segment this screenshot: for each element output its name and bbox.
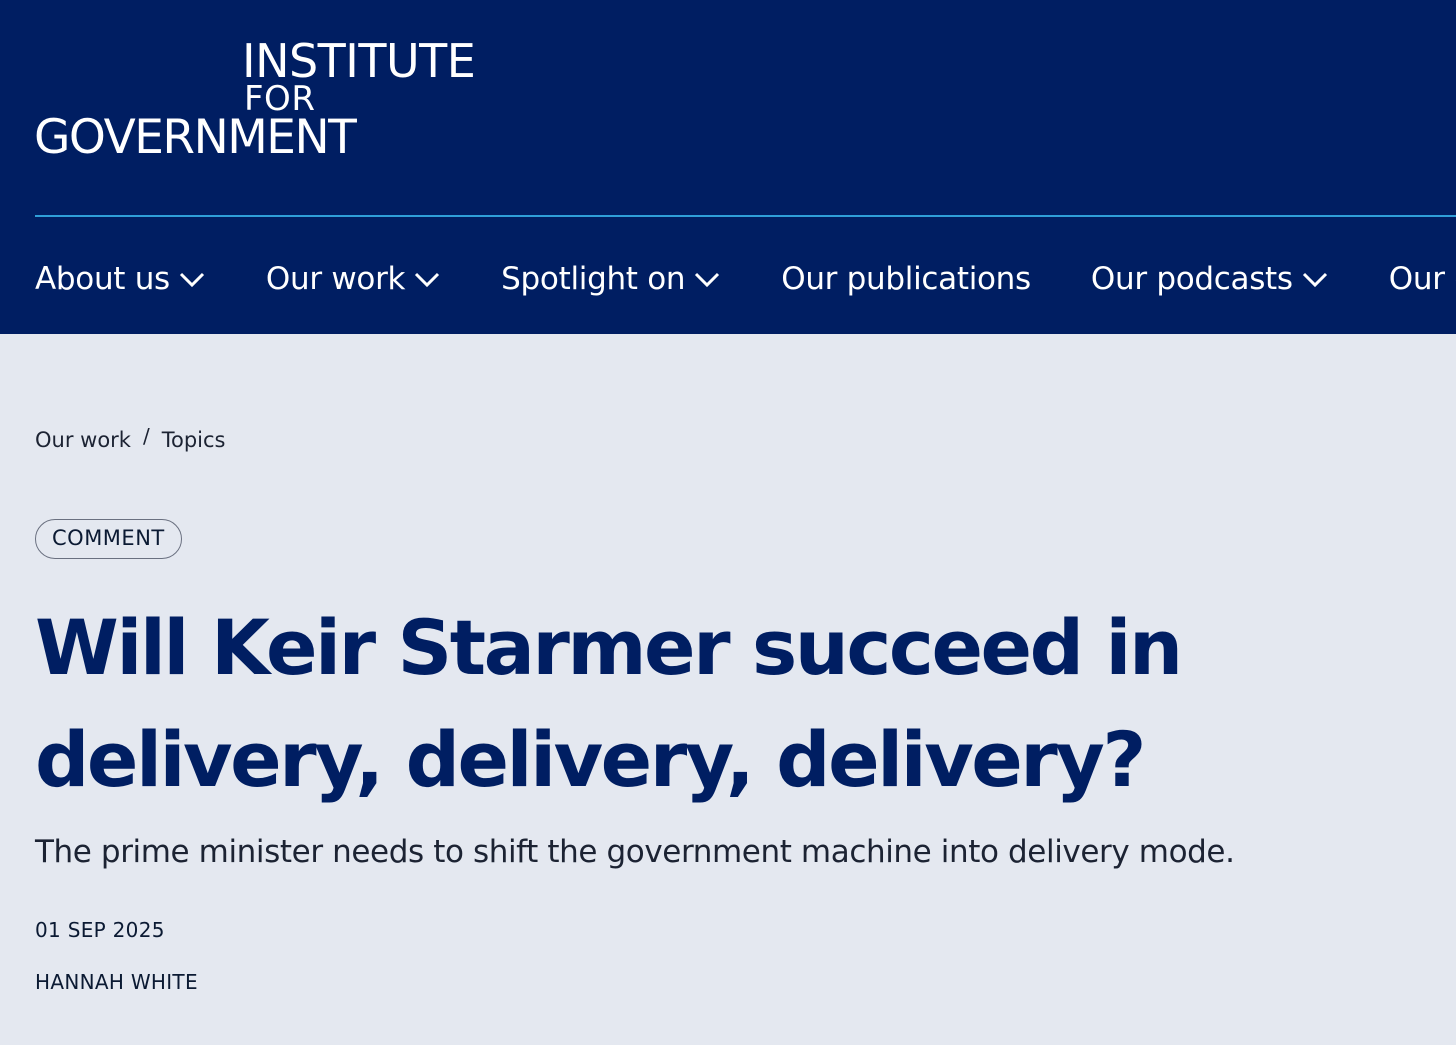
nav-item-our-podcasts[interactable]: Our podcasts — [1091, 261, 1329, 297]
breadcrumb-separator: / — [142, 424, 150, 448]
nav-item-label: Our publications — [781, 261, 1031, 297]
page-title: Will Keir Starmer succeed in delivery, d… — [35, 603, 1183, 804]
nav-item-label: About us — [35, 261, 170, 297]
header-divider — [35, 215, 1456, 217]
article-type-badge: COMMENT — [35, 519, 182, 559]
article-standfirst: The prime minister needs to shift the go… — [35, 834, 1235, 870]
nav-item-label: Our work — [265, 261, 406, 297]
nav-item-label: Spotlight on — [501, 261, 686, 297]
chevron-down-icon — [413, 269, 441, 289]
logo-line-institute: INSTITUTE — [242, 34, 476, 88]
author-name[interactable]: HANNAH WHITE — [35, 970, 198, 994]
logo-line-government: GOVERNMENT — [34, 110, 357, 165]
main-nav: About us Our work Spotlight on Our publi… — [35, 254, 1456, 304]
chevron-down-icon — [1301, 269, 1329, 289]
site-header: INSTITUTE FOR GOVERNMENT About us Our wo… — [0, 0, 1456, 334]
chevron-down-icon — [178, 269, 206, 289]
nav-item-label: Our e — [1388, 261, 1456, 297]
breadcrumb: Our work / Topics — [35, 424, 226, 452]
breadcrumb-topics[interactable]: Topics — [162, 428, 226, 452]
nav-item-about-us[interactable]: About us — [35, 261, 206, 297]
publish-date: 01 SEP 2025 — [35, 918, 165, 942]
nav-item-spotlight-on[interactable]: Spotlight on — [501, 261, 721, 297]
nav-item-label: Our podcasts — [1090, 261, 1293, 297]
nav-item-our-work[interactable]: Our work — [266, 261, 441, 297]
nav-item-our-e[interactable]: Our e — [1389, 261, 1456, 297]
breadcrumb-our-work[interactable]: Our work — [35, 428, 131, 452]
chevron-down-icon — [693, 269, 721, 289]
institute-for-government-logo[interactable]: INSTITUTE FOR GOVERNMENT — [34, 36, 494, 166]
nav-item-our-publications[interactable]: Our publications — [781, 261, 1031, 297]
